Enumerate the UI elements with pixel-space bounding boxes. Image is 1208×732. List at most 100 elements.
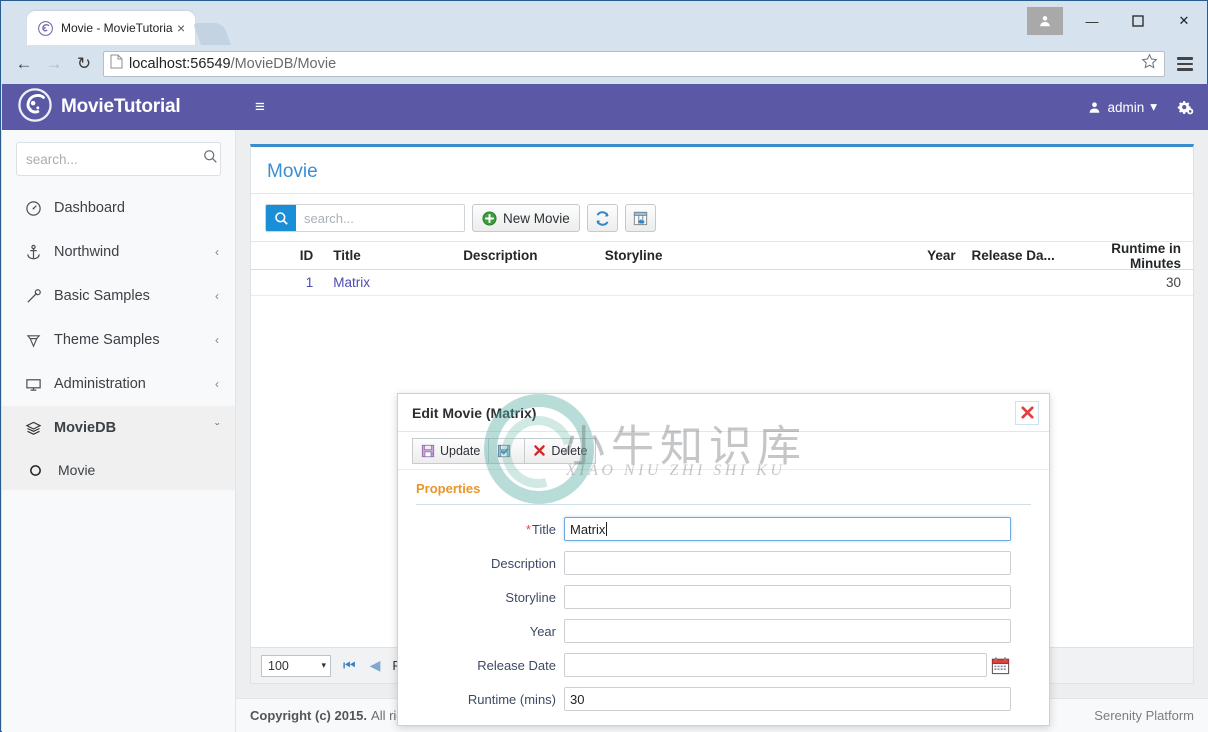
storyline-input[interactable] <box>564 585 1011 609</box>
release-date-input[interactable] <box>564 653 987 677</box>
sidebar-item-label: Administration <box>54 376 146 392</box>
update-button[interactable]: Update <box>412 437 490 464</box>
chevron-icon: ‹ <box>215 289 219 303</box>
window-close-button[interactable]: ✕ <box>1161 6 1207 36</box>
close-icon[interactable]: × <box>173 20 189 36</box>
delete-button[interactable]: Delete <box>524 437 597 464</box>
address-bar-text: localhost:56549/MovieDB/Movie <box>129 56 336 72</box>
footer-copyright: Copyright (c) 2015. <box>250 708 368 723</box>
browser-window: Movie - MovieTutorial × — ✕ ← → ↻ localh… <box>0 0 1208 732</box>
apply-changes-button[interactable] <box>488 437 526 464</box>
dialog-title: Edit Movie (Matrix) <box>412 404 537 421</box>
first-page-button[interactable]: ⏮ <box>341 657 358 674</box>
chevron-icon: ‹ <box>215 333 219 347</box>
grid-header-row: ID Title Description Storyline Year Rele… <box>251 241 1193 271</box>
grid-column-header[interactable]: ID <box>259 248 319 263</box>
sidebar-item-dashboard[interactable]: Dashboard <box>2 186 235 230</box>
sidebar-item-basic-samples[interactable]: Basic Samples ‹ <box>2 274 235 318</box>
user-menu[interactable]: admin ▾ <box>1088 99 1157 115</box>
app-brand[interactable]: MovieTutorial <box>2 84 242 130</box>
browser-menu-icon[interactable] <box>1171 50 1199 78</box>
grid-column-header[interactable]: Runtime in Minutes <box>1061 241 1185 271</box>
reload-icon[interactable]: ↻ <box>69 50 99 78</box>
dialog-close-button[interactable] <box>1015 400 1039 425</box>
dialog-form: *Title Matrix Description Storyline Year <box>398 505 1049 711</box>
chevron-down-icon: ▾ <box>321 660 326 670</box>
runtime-input[interactable]: 30 <box>564 687 1011 711</box>
form-row-runtime: Runtime (mins) 30 <box>416 687 1011 711</box>
user-icon <box>1090 101 1100 113</box>
save-check-icon <box>498 444 511 457</box>
column-picker-icon <box>633 211 647 225</box>
delete-button-label: Delete <box>551 443 588 458</box>
sidebar-item-movie[interactable]: Movie <box>2 450 235 490</box>
gem-icon <box>22 332 44 349</box>
grid-column-header[interactable]: Storyline <box>605 248 847 263</box>
tab-properties[interactable]: Properties <box>416 481 480 505</box>
page-size-select[interactable]: 100 ▾ <box>261 654 331 677</box>
calendar-icon[interactable] <box>989 654 1011 676</box>
field-label: Runtime (mins) <box>467 691 556 707</box>
footer-platform: Serenity Platform <box>1094 708 1194 723</box>
spiral-logo-icon <box>18 87 52 127</box>
sidebar-item-theme-samples[interactable]: Theme Samples ‹ <box>2 318 235 362</box>
field-label: Description <box>490 555 556 571</box>
gauge-icon <box>22 200 44 217</box>
window-controls: — ✕ <box>1027 1 1207 41</box>
app-brand-title: MovieTutorial <box>61 96 181 117</box>
sidebar-item-moviedb[interactable]: MovieDB ˇ <box>2 406 235 450</box>
grid-toolbar: New Movie <box>251 194 1193 241</box>
maximize-button[interactable] <box>1115 6 1161 36</box>
page-size-value: 100 <box>268 658 289 673</box>
description-input[interactable] <box>564 551 1011 575</box>
sidebar-toggle-icon[interactable]: ≡ <box>245 97 275 117</box>
sidebar: Dashboard Northwind ‹ <box>2 130 236 732</box>
back-icon[interactable]: ← <box>9 50 39 78</box>
sidebar-item-administration[interactable]: Administration ‹ <box>2 362 235 406</box>
magic-wand-icon <box>22 288 44 305</box>
grid-column-header[interactable]: Title <box>319 248 463 263</box>
table-row[interactable]: 1 Matrix 30 <box>251 270 1193 296</box>
sidebar-item-label: Dashboard <box>54 200 125 216</box>
grid-quick-search[interactable] <box>265 204 465 232</box>
browser-tab-title: Movie - MovieTutorial <box>61 21 174 35</box>
user-profile-icon[interactable] <box>1027 7 1063 35</box>
grid-refresh-button[interactable] <box>586 204 618 232</box>
form-row-storyline: Storyline <box>416 585 1011 609</box>
year-input[interactable] <box>564 619 1011 643</box>
minimize-button[interactable]: — <box>1069 6 1115 36</box>
field-label: *Title <box>416 522 564 537</box>
sidebar-item-northwind[interactable]: Northwind ‹ <box>2 230 235 274</box>
field-label: Release Date <box>477 657 556 673</box>
app-header: MovieTutorial ≡ admin ▾ <box>2 84 1208 130</box>
grid-column-header[interactable]: Year <box>847 248 964 263</box>
grid-column-picker-button[interactable] <box>624 204 656 232</box>
browser-tab[interactable]: Movie - MovieTutorial × <box>27 11 195 45</box>
settings-gears-icon[interactable] <box>1177 99 1194 116</box>
cell-title[interactable]: Matrix <box>319 275 463 290</box>
bookmark-star-icon[interactable] <box>1141 53 1158 75</box>
forward-icon[interactable]: → <box>39 50 69 78</box>
grid-column-header[interactable]: Description <box>463 248 605 263</box>
search-icon[interactable] <box>266 205 296 231</box>
sidebar-search-input[interactable] <box>26 151 203 167</box>
new-movie-button[interactable]: New Movie <box>472 204 580 232</box>
prev-page-button[interactable]: ◀ <box>368 657 383 674</box>
circle-icon <box>24 464 46 477</box>
field-label-text: Title <box>531 521 556 537</box>
address-bar[interactable]: localhost:56549/MovieDB/Movie <box>103 51 1165 77</box>
new-tab-button[interactable] <box>192 23 232 45</box>
grid-search-input[interactable] <box>296 205 464 231</box>
sidebar-search[interactable] <box>16 142 221 176</box>
dialog-tabs: Properties <box>398 470 1049 505</box>
grid-column-header[interactable]: Release Da... <box>964 248 1061 263</box>
title-input[interactable]: Matrix <box>564 517 1011 541</box>
app-viewport: MovieTutorial ≡ admin ▾ search... Dashbo… <box>2 84 1208 732</box>
dialog-title-bar[interactable]: Edit Movie (Matrix) <box>398 394 1049 432</box>
layers-icon <box>22 420 44 437</box>
user-menu-label: admin <box>1107 99 1145 115</box>
field-label: Storyline <box>505 589 556 605</box>
cell-id: 1 <box>305 275 314 290</box>
search-icon[interactable] <box>203 149 218 169</box>
sidebar-search-wrapper <box>2 130 235 186</box>
